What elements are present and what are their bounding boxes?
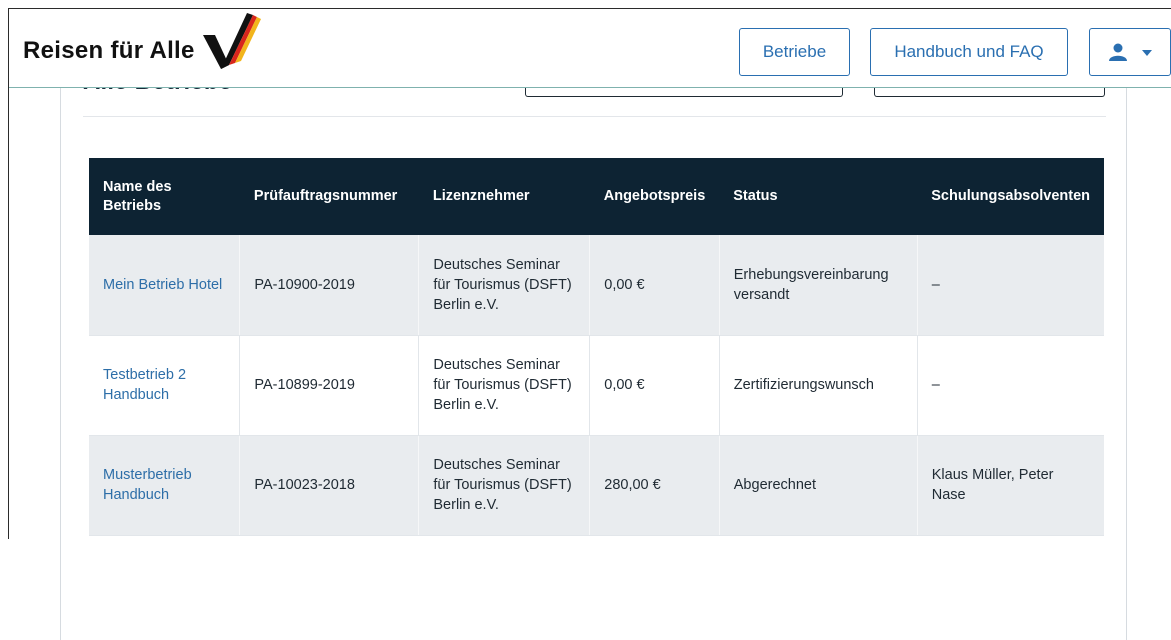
cell-schulungsabsolventen: –	[917, 335, 1104, 436]
cell-angebotspreis: 0,00 €	[589, 235, 720, 336]
cell-pruefauftrag: PA-10023-2018	[239, 435, 420, 536]
cell-pruefauftrag: PA-10899-2019	[239, 335, 420, 436]
table-header-row: Name des Betriebs Prüfauftragsnummer Liz…	[89, 158, 1104, 235]
app-header: Reisen für Alle Betriebe Handbuch und FA…	[9, 9, 1171, 88]
logo-text: Reisen für Alle	[23, 37, 195, 64]
user-icon	[1109, 43, 1127, 61]
column-header[interactable]: Name des Betriebs	[89, 158, 240, 235]
cell-lizenznehmer: Deutsches Seminar für Tourismus (DSFT) B…	[418, 335, 591, 436]
betriebe-table: Name des Betriebs Prüfauftragsnummer Liz…	[89, 158, 1104, 536]
column-header[interactable]: Angebotspreis	[590, 158, 720, 235]
cell-angebotspreis: 0,00 €	[589, 335, 720, 436]
table-row[interactable]: Musterbetrieb Handbuch PA-10023-2018 Deu…	[89, 435, 1104, 536]
table-row[interactable]: Mein Betrieb Hotel PA-10900-2019 Deutsch…	[89, 235, 1104, 336]
logo[interactable]: Reisen für Alle	[23, 9, 263, 87]
betrieb-link[interactable]: Testbetrieb 2 Handbuch	[103, 367, 186, 403]
cell-schulungsabsolventen: Klaus Müller, Peter Nase	[917, 435, 1104, 536]
column-header[interactable]: Schulungsabsolventen	[917, 158, 1104, 235]
table-row[interactable]: Testbetrieb 2 Handbuch PA-10899-2019 Deu…	[89, 335, 1104, 436]
title-divider	[83, 116, 1106, 117]
cell-lizenznehmer: Deutsches Seminar für Tourismus (DSFT) B…	[418, 435, 591, 536]
cell-name: Mein Betrieb Hotel	[89, 235, 241, 336]
cell-angebotspreis: 280,00 €	[589, 435, 720, 536]
column-header[interactable]: Prüfauftragsnummer	[240, 158, 419, 235]
cell-status: Abgerechnet	[719, 435, 918, 536]
cell-status: Zertifizierungswunsch	[719, 335, 918, 436]
betrieb-link[interactable]: Mein Betrieb Hotel	[103, 277, 222, 293]
cell-name: Musterbetrieb Handbuch	[89, 435, 241, 536]
cell-name: Testbetrieb 2 Handbuch	[89, 335, 241, 436]
column-header[interactable]: Status	[719, 158, 917, 235]
caret-down-icon	[1142, 50, 1152, 56]
betrieb-link[interactable]: Musterbetrieb Handbuch	[103, 467, 192, 503]
cell-schulungsabsolventen: –	[917, 235, 1104, 336]
cell-status: Erhebungsvereinbarung versandt	[719, 235, 918, 336]
cell-lizenznehmer: Deutsches Seminar für Tourismus (DSFT) B…	[418, 235, 591, 336]
column-header[interactable]: Lizenznehmer	[419, 158, 590, 235]
cell-pruefauftrag: PA-10900-2019	[239, 235, 420, 336]
logo-check-icon	[202, 13, 261, 69]
user-menu-button[interactable]	[1089, 28, 1171, 76]
betriebe-button[interactable]: Betriebe	[739, 28, 850, 76]
handbuch-faq-button[interactable]: Handbuch und FAQ	[870, 28, 1068, 76]
